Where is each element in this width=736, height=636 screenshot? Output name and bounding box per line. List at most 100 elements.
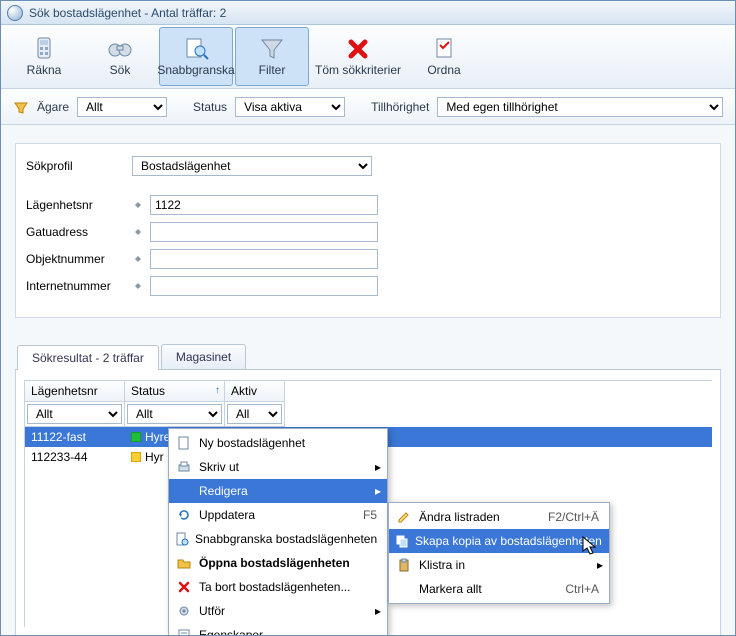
submenu-arrow-icon: ▸ [375, 460, 381, 474]
status-label: Status [193, 100, 227, 114]
gear-icon [175, 604, 193, 618]
status-indicator-icon [131, 432, 141, 442]
agare-select[interactable]: Allt [77, 97, 167, 117]
owner-icon [13, 99, 29, 115]
objektnummer-input[interactable] [150, 249, 378, 269]
cursor-icon [582, 536, 598, 556]
menu-skapa[interactable]: Skapa kopia av bostadslägenheten [389, 529, 609, 553]
gatuadress-label: Gatuadress [26, 225, 126, 239]
sort-asc-icon: ↑ [215, 385, 220, 396]
menu-uppdatera[interactable]: Uppdatera F5 [169, 503, 387, 527]
calculator-icon [30, 36, 58, 60]
refresh-icon [175, 508, 193, 522]
menu-klistra[interactable]: Klistra in ▸ [389, 553, 609, 577]
filter-lagenhetsnr[interactable]: Allt [27, 404, 122, 424]
titlebar: Sök bostadslägenhet - Antal träffar: 2 [1, 1, 735, 25]
internetnummer-label: Internetnummer [26, 279, 126, 293]
rakna-button[interactable]: Räkna [7, 27, 81, 86]
gatuadress-input[interactable] [150, 222, 378, 242]
tab-strip: Sökresultat - 2 träffar Magasinet [15, 344, 721, 370]
filter-bar: Ägare Allt Status Visa aktiva Tillhörigh… [1, 89, 735, 125]
status-select[interactable]: Visa aktiva [235, 97, 345, 117]
properties-icon [175, 628, 193, 636]
context-submenu: Ändra listraden F2/Ctrl+Ä Skapa kopia av… [388, 502, 610, 604]
menu-ny[interactable]: Ny bostadslägenhet [169, 431, 387, 455]
till-label: Tillhörighet [371, 100, 429, 114]
menu-tabort[interactable]: Ta bort bostadslägenheten... [169, 575, 387, 599]
quicklook-icon [182, 36, 210, 60]
grid-filter-row: Allt Allt Allt [24, 402, 712, 427]
col-status[interactable]: Status↑ [125, 381, 225, 402]
menu-markera[interactable]: Markera allt Ctrl+A [389, 577, 609, 601]
results-panel: Lägenhetsnr Status↑ Aktiv Allt Allt Allt… [15, 370, 721, 636]
col-lagenhetsnr[interactable]: Lägenhetsnr [25, 381, 125, 402]
lagenhetsnr-input[interactable] [150, 195, 378, 215]
shortcut: F2/Ctrl+Ä [548, 510, 599, 524]
filter-status[interactable]: Allt [127, 404, 222, 424]
application-window: Sök bostadslägenhet - Antal träffar: 2 R… [0, 0, 736, 636]
cell-status: Hyr [145, 450, 164, 464]
paste-icon [395, 558, 413, 572]
cell-nr: 112233-44 [25, 448, 125, 466]
submenu-arrow-icon: ▸ [375, 604, 381, 618]
toolbar: Räkna Sök Snabbgranska Filter Töm sökkri… [1, 25, 735, 89]
rakna-label: Räkna [27, 63, 62, 77]
window-title: Sök bostadslägenhet - Antal träffar: 2 [29, 6, 226, 20]
toggle-icon[interactable] [132, 256, 144, 262]
tom-label: Töm sökkriterier [315, 63, 401, 77]
menu-egenskaper[interactable]: Egenskaper [169, 623, 387, 636]
grid-header: Lägenhetsnr Status↑ Aktiv [24, 380, 712, 402]
tom-button[interactable]: Töm sökkriterier [311, 27, 405, 86]
menu-andra[interactable]: Ändra listraden F2/Ctrl+Ä [389, 505, 609, 529]
sok-button[interactable]: Sök [83, 27, 157, 86]
agare-label: Ägare [37, 100, 69, 114]
tab-magasin-label: Magasinet [176, 350, 231, 364]
snabbgranska-label: Snabbgranska [157, 63, 234, 77]
tab-results[interactable]: Sökresultat - 2 träffar [17, 345, 159, 370]
sok-label: Sök [110, 63, 131, 77]
filter-aktiv[interactable]: Allt [227, 404, 282, 424]
funnel-icon [258, 36, 286, 60]
toggle-icon[interactable] [132, 283, 144, 289]
search-form: Sökprofil Bostadslägenhet Lägenhetsnr Ga… [15, 143, 721, 318]
col-aktiv[interactable]: Aktiv [225, 381, 285, 402]
sokprofil-label: Sökprofil [26, 159, 126, 173]
ordna-icon [430, 36, 458, 60]
toggle-icon[interactable] [132, 229, 144, 235]
cell-nr: 11122-fast [25, 428, 125, 446]
tab-magasin[interactable]: Magasinet [161, 344, 246, 369]
context-menu: Ny bostadslägenhet Skriv ut ▸ Redigera ▸… [168, 428, 388, 636]
menu-skriv[interactable]: Skriv ut ▸ [169, 455, 387, 479]
ordna-button[interactable]: Ordna [407, 27, 481, 86]
shortcut: Ctrl+A [565, 582, 599, 596]
toggle-icon[interactable] [132, 202, 144, 208]
menu-oppna[interactable]: Öppna bostadslägenheten [169, 551, 387, 575]
lagenhetsnr-label: Lägenhetsnr [26, 198, 126, 212]
status-indicator-icon [131, 452, 141, 462]
objektnummer-label: Objektnummer [26, 252, 126, 266]
new-doc-icon [175, 436, 193, 450]
app-icon [7, 5, 23, 21]
shortcut: F5 [363, 508, 377, 522]
internetnummer-input[interactable] [150, 276, 378, 296]
sokprofil-select[interactable]: Bostadslägenhet [132, 156, 372, 176]
clear-icon [344, 36, 372, 60]
menu-utfor[interactable]: Utför ▸ [169, 599, 387, 623]
filter-button[interactable]: Filter [235, 27, 309, 86]
tab-results-label: Sökresultat - 2 träffar [32, 351, 144, 365]
menu-snabb[interactable]: Snabbgranska bostadslägenheten [169, 527, 387, 551]
edit-icon [395, 510, 413, 524]
snabbgranska-button[interactable]: Snabbgranska [159, 27, 233, 86]
delete-icon [175, 580, 193, 594]
ordna-label: Ordna [427, 63, 460, 77]
folder-open-icon [175, 556, 193, 570]
till-select[interactable]: Med egen tillhörighet [437, 97, 723, 117]
copy-icon [395, 534, 409, 548]
submenu-arrow-icon: ▸ [597, 558, 603, 572]
binoculars-icon [106, 36, 134, 60]
print-icon [175, 460, 193, 474]
body-area: Sökprofil Bostadslägenhet Lägenhetsnr Ga… [1, 125, 735, 636]
quicklook-icon [175, 532, 189, 546]
menu-redigera[interactable]: Redigera ▸ [169, 479, 387, 503]
submenu-arrow-icon: ▸ [375, 484, 381, 498]
